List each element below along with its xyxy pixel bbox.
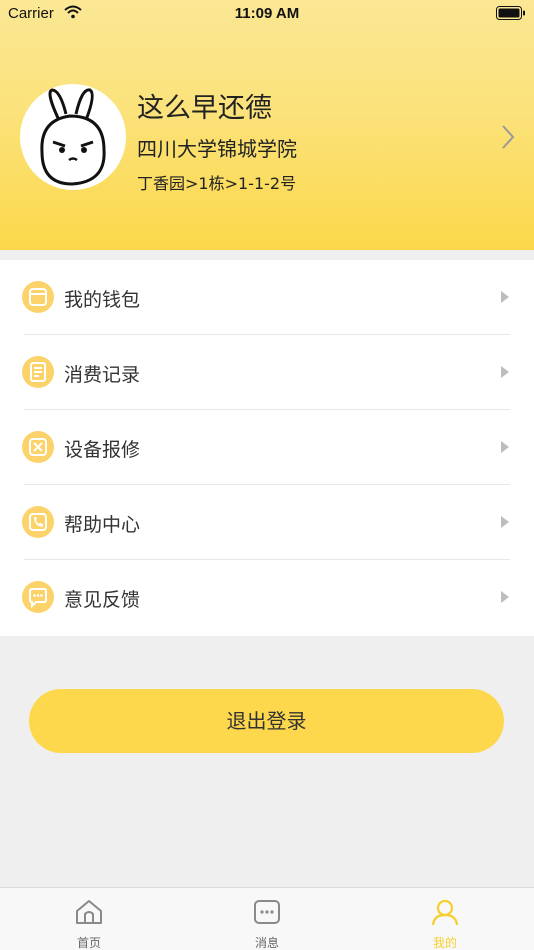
- phone-icon: [22, 506, 54, 538]
- wallet-icon: [22, 281, 54, 313]
- arrow-right-icon: [501, 291, 509, 303]
- status-time: 11:09 AM: [234, 5, 300, 22]
- logout-button[interactable]: 退出登录: [29, 689, 504, 753]
- menu-item-label: 我的钱包: [64, 289, 141, 311]
- menu-item-wallet[interactable]: 我的钱包: [0, 260, 534, 335]
- avatar[interactable]: [20, 84, 126, 190]
- tab-label: 消息: [254, 936, 279, 950]
- records-icon: [22, 356, 54, 388]
- tab-label: 首页: [76, 936, 101, 950]
- profile-school: 四川大学锦城学院: [137, 137, 297, 161]
- bunny-avatar-icon: [40, 88, 106, 186]
- arrow-right-icon: [501, 591, 509, 603]
- chevron-right-icon[interactable]: [500, 124, 516, 154]
- arrow-right-icon: [501, 441, 509, 453]
- menu-item-records[interactable]: 消费记录: [0, 335, 534, 410]
- status-bar: Carrier 11:09 AM: [0, 0, 534, 28]
- profile-header: Carrier 11:09 AM 这么早还德 四川大学锦城学院 丁香园>1栋>1…: [0, 0, 534, 250]
- tab-mine[interactable]: 我的: [356, 888, 534, 950]
- menu-list: 我的钱包 消费记录 设备报修 帮助中心 意见反馈: [0, 260, 534, 636]
- menu-item-label: 帮助中心: [64, 514, 141, 536]
- battery-icon: [496, 6, 526, 24]
- repair-icon: [22, 431, 54, 463]
- feedback-icon: [22, 581, 54, 613]
- arrow-right-icon: [501, 366, 509, 378]
- tab-messages[interactable]: 消息: [178, 888, 356, 950]
- person-icon: [430, 898, 460, 930]
- menu-item-label: 设备报修: [64, 439, 141, 461]
- menu-item-help[interactable]: 帮助中心: [0, 485, 534, 560]
- menu-item-label: 意见反馈: [64, 589, 141, 611]
- menu-item-feedback[interactable]: 意见反馈: [0, 560, 534, 635]
- tab-home[interactable]: 首页: [0, 888, 178, 950]
- profile-name: 这么早还德: [137, 93, 272, 124]
- tab-bar: 首页 消息 我的: [0, 887, 534, 950]
- menu-item-repair[interactable]: 设备报修: [0, 410, 534, 485]
- tab-label: 我的: [432, 936, 457, 950]
- home-icon: [74, 898, 104, 930]
- arrow-right-icon: [501, 516, 509, 528]
- profile-address: 丁香园>1栋>1-1-2号: [137, 174, 297, 193]
- menu-item-label: 消费记录: [64, 364, 141, 386]
- message-icon: [252, 898, 282, 930]
